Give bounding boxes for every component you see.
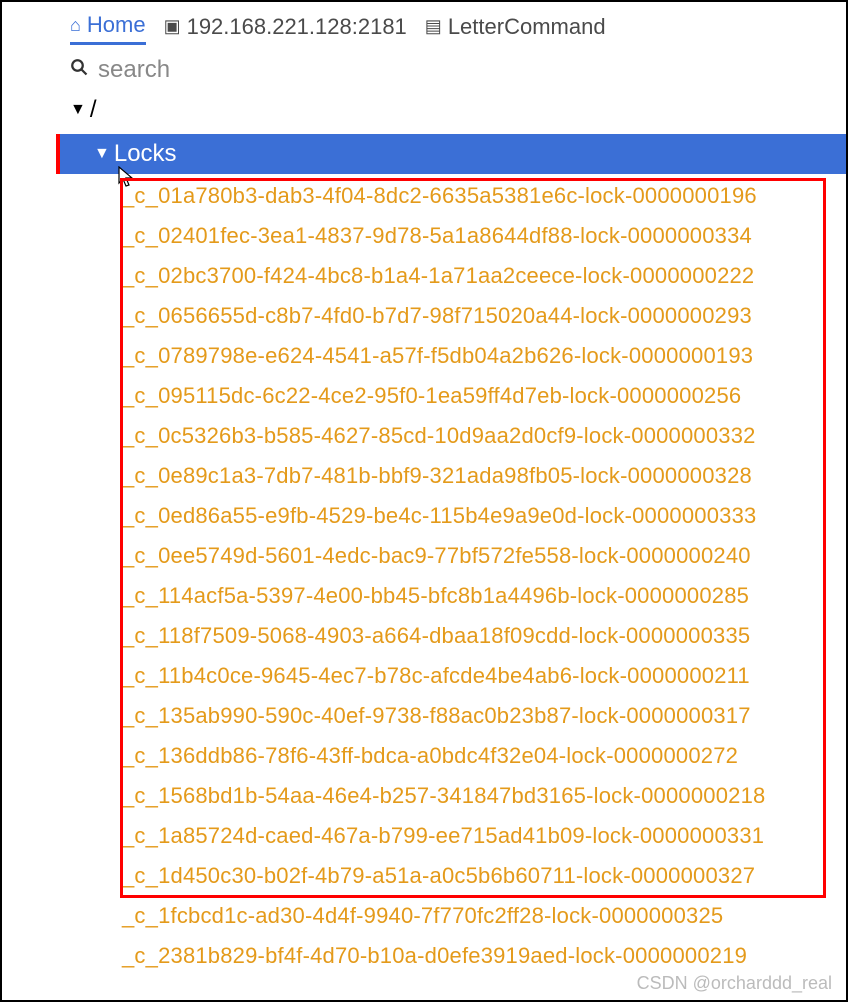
tree-node[interactable]: _c_1a85724d-caed-467a-b799-ee715ad41b09-…	[122, 816, 846, 856]
tree-root[interactable]: ▼ /	[2, 92, 846, 128]
tree-node[interactable]: _c_01a780b3-dab3-4f04-8dc2-6635a5381e6c-…	[122, 176, 846, 216]
tab-home-label: Home	[87, 12, 146, 38]
tree-node[interactable]: _c_02401fec-3ea1-4837-9d78-5a1a8644df88-…	[122, 216, 846, 256]
search-row	[2, 52, 846, 88]
root-label: /	[90, 96, 97, 124]
tree-node[interactable]: _c_0ee5749d-5601-4edc-bac9-77bf572fe558-…	[122, 536, 846, 576]
terminal-icon: ▣	[164, 16, 181, 37]
tree-node[interactable]: _c_135ab990-590c-40ef-9738-f88ac0b23b87-…	[122, 696, 846, 736]
tree-node[interactable]: _c_0656655d-c8b7-4fd0-b7d7-98f715020a44-…	[122, 296, 846, 336]
command-icon: ▤	[425, 16, 442, 37]
search-icon	[70, 58, 88, 82]
app-frame: ⌂ Home ▣ 192.168.221.128:2181 ▤ LetterCo…	[0, 0, 848, 1002]
search-input[interactable]	[98, 56, 398, 84]
locks-label: Locks	[114, 140, 177, 168]
tab-lettercommand[interactable]: ▤ LetterCommand	[425, 10, 606, 44]
tab-home[interactable]: ⌂ Home	[70, 8, 146, 45]
tree-node[interactable]: _c_1568bd1b-54aa-46e4-b257-341847bd3165-…	[122, 776, 846, 816]
tree-node[interactable]: _c_02bc3700-f424-4bc8-b1a4-1a71aa2ceece-…	[122, 256, 846, 296]
tree: ▼ / ▼ Locks _c_01a780b3-dab3-4f04-8dc2-6…	[2, 88, 846, 976]
tree-node[interactable]: _c_1d450c30-b02f-4b79-a51a-a0c5b6b60711-…	[122, 856, 846, 896]
tree-node[interactable]: _c_11b4c0ce-9645-4ec7-b78c-afcde4be4ab6-…	[122, 656, 846, 696]
topbar: ⌂ Home ▣ 192.168.221.128:2181 ▤ LetterCo…	[2, 2, 846, 52]
tree-node[interactable]: _c_118f7509-5068-4903-a664-dbaa18f09cdd-…	[122, 616, 846, 656]
tree-node[interactable]: _c_0789798e-e624-4541-a57f-f5db04a2b626-…	[122, 336, 846, 376]
home-icon: ⌂	[70, 15, 81, 36]
tree-node[interactable]: _c_114acf5a-5397-4e00-bb45-bfc8b1a4496b-…	[122, 576, 846, 616]
tree-node[interactable]: _c_1fcbcd1c-ad30-4d4f-9940-7f770fc2ff28-…	[122, 896, 846, 936]
tab-letter-label: LetterCommand	[448, 14, 606, 40]
tree-node[interactable]: _c_0e89c1a3-7db7-481b-bbf9-321ada98fb05-…	[122, 456, 846, 496]
locks-children: _c_01a780b3-dab3-4f04-8dc2-6635a5381e6c-…	[122, 176, 846, 976]
tree-node-locks[interactable]: ▼ Locks	[56, 134, 846, 174]
tab-server-label: 192.168.221.128:2181	[187, 14, 407, 40]
chevron-down-icon: ▼	[94, 145, 110, 163]
tree-node[interactable]: _c_2381b829-bf4f-4d70-b10a-d0efe3919aed-…	[122, 936, 846, 976]
tab-server[interactable]: ▣ 192.168.221.128:2181	[164, 10, 407, 44]
watermark: CSDN @orcharddd_real	[637, 973, 832, 994]
tree-node[interactable]: _c_0c5326b3-b585-4627-85cd-10d9aa2d0cf9-…	[122, 416, 846, 456]
tree-node[interactable]: _c_136ddb86-78f6-43ff-bdca-a0bdc4f32e04-…	[122, 736, 846, 776]
tree-node[interactable]: _c_095115dc-6c22-4ce2-95f0-1ea59ff4d7eb-…	[122, 376, 846, 416]
tree-node[interactable]: _c_0ed86a55-e9fb-4529-be4c-115b4e9a9e0d-…	[122, 496, 846, 536]
chevron-down-icon: ▼	[70, 101, 86, 119]
